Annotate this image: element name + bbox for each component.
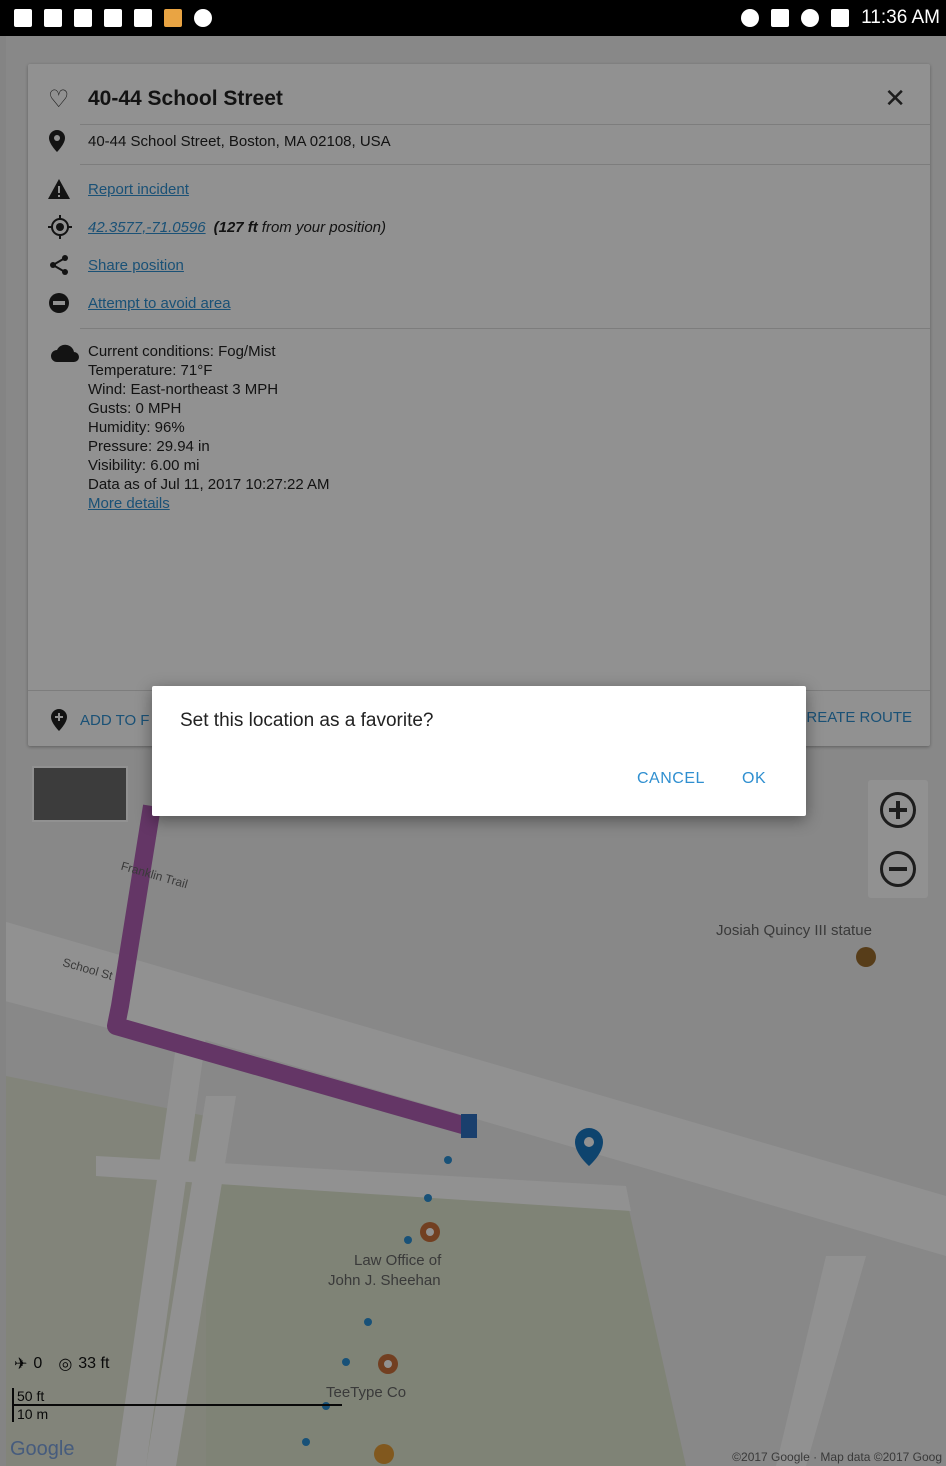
notification-icon <box>44 9 62 27</box>
no-signal-icon <box>771 9 790 27</box>
cancel-button[interactable]: CANCEL <box>637 770 705 788</box>
photo-icon <box>164 9 182 27</box>
favorite-confirm-dialog: Set this location as a favorite? CANCEL … <box>152 686 806 816</box>
notification-icon <box>74 9 92 27</box>
battery-charging-icon <box>831 9 850 27</box>
chat-icon <box>194 9 212 27</box>
status-bar: 11:36 AM <box>0 0 946 36</box>
clock: 11:36 AM <box>861 7 940 28</box>
dialog-message: Set this location as a favorite? <box>180 710 434 731</box>
location-icon <box>741 9 760 27</box>
wrench-icon <box>104 9 122 27</box>
mail-icon <box>134 9 152 27</box>
ok-button[interactable]: OK <box>742 770 766 788</box>
wifi-icon <box>801 9 820 27</box>
notification-icons <box>14 9 212 27</box>
notification-icon <box>14 9 32 27</box>
system-icons: 11:36 AM <box>741 7 940 29</box>
